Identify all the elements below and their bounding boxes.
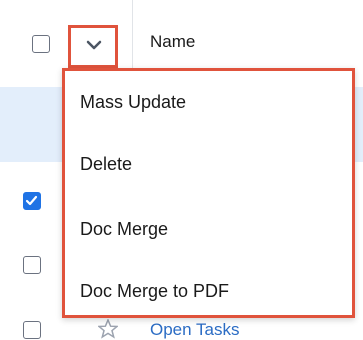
select-all-checkbox[interactable]: [32, 35, 50, 53]
name-column-header[interactable]: Name: [150, 32, 195, 52]
menu-item-doc-merge-to-pdf[interactable]: Doc Merge to PDF: [80, 281, 229, 302]
row-name-link[interactable]: Open Tasks: [150, 320, 239, 340]
mass-actions-toggle-button[interactable]: [68, 25, 118, 68]
row-checkbox[interactable]: [23, 192, 41, 210]
checkmark-icon: [25, 195, 38, 206]
row-checkbox[interactable]: [23, 321, 41, 339]
menu-item-delete[interactable]: Delete: [80, 154, 132, 175]
chevron-down-icon: [86, 40, 102, 50]
mass-actions-dropdown: Mass Update Delete Doc Merge Doc Merge t…: [62, 68, 355, 318]
menu-item-doc-merge[interactable]: Doc Merge: [80, 219, 168, 240]
row-checkbox[interactable]: [23, 256, 41, 274]
menu-item-mass-update[interactable]: Mass Update: [80, 92, 186, 113]
star-icon[interactable]: [98, 319, 118, 339]
